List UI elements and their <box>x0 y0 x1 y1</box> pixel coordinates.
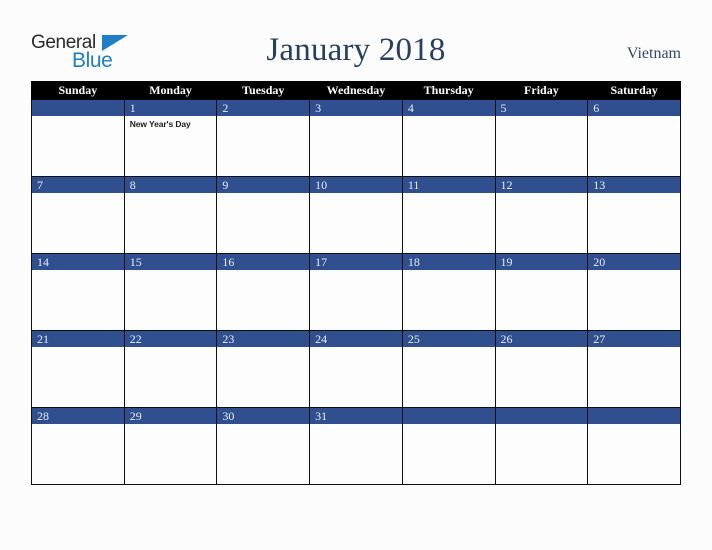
calendar-day-cell[interactable]: 2 <box>216 99 311 177</box>
calendar-day-cell[interactable]: 8 <box>123 176 218 254</box>
day-number <box>495 408 588 424</box>
calendar-day-cell[interactable]: 18 <box>401 253 496 331</box>
calendar-day-cell[interactable]: 30 <box>216 407 311 485</box>
day-number: 30 <box>217 408 310 424</box>
page-header: General Blue January 2018 Vietnam <box>0 0 712 80</box>
day-number: 23 <box>217 331 310 347</box>
weekday-header-saturday: Saturday <box>587 81 681 100</box>
weekday-header-sunday: Sunday <box>31 81 125 100</box>
day-number: 14 <box>32 254 124 270</box>
calendar-day-cell[interactable]: 15 <box>123 253 218 331</box>
day-number: 18 <box>402 254 495 270</box>
day-number: 6 <box>588 100 680 116</box>
calendar-day-cell[interactable]: 29 <box>123 407 218 485</box>
region-label: Vietnam <box>626 45 681 62</box>
weekday-header-row: Sunday Monday Tuesday Wednesday Thursday… <box>31 81 681 100</box>
day-number: 7 <box>32 177 124 193</box>
day-number: 17 <box>310 254 402 270</box>
calendar-week-row: 14 15 16 17 18 19 20 <box>31 253 681 331</box>
day-number: 31 <box>310 408 402 424</box>
calendar-week-row: 1 New Year's Day 2 3 4 5 6 <box>31 99 681 177</box>
day-number: 3 <box>310 100 402 116</box>
day-number: 2 <box>217 100 310 116</box>
weekday-header-tuesday: Tuesday <box>216 81 311 100</box>
calendar-week-row: 21 22 23 24 25 26 27 <box>31 330 681 408</box>
calendar-body: 1 New Year's Day 2 3 4 5 6 7 8 9 10 11 12 13 14 15 16 17 1… <box>31 99 681 485</box>
calendar-grid: Sunday Monday Tuesday Wednesday Thursday… <box>31 81 681 485</box>
calendar-day-cell[interactable]: 17 <box>309 253 403 331</box>
calendar-day-cell[interactable]: 16 <box>216 253 311 331</box>
day-number: 27 <box>588 331 680 347</box>
calendar-day-cell[interactable]: 22 <box>123 330 218 408</box>
calendar-day-cell[interactable]: 13 <box>587 176 681 254</box>
calendar-day-cell[interactable]: 24 <box>309 330 403 408</box>
day-number <box>402 408 495 424</box>
day-number: 19 <box>495 254 588 270</box>
day-number <box>32 100 124 116</box>
calendar-day-cell[interactable]: 5 <box>494 99 589 177</box>
weekday-header-thursday: Thursday <box>401 81 496 100</box>
calendar-empty-cell <box>587 407 681 485</box>
day-number <box>588 408 680 424</box>
day-number: 11 <box>402 177 495 193</box>
day-number: 29 <box>124 408 217 424</box>
calendar-day-cell[interactable]: 3 <box>309 99 403 177</box>
day-number: 20 <box>588 254 680 270</box>
calendar-day-cell[interactable]: 12 <box>494 176 589 254</box>
day-number: 25 <box>402 331 495 347</box>
calendar-day-cell[interactable]: 4 <box>401 99 496 177</box>
calendar-week-row: 7 8 9 10 11 12 13 <box>31 176 681 254</box>
day-number: 4 <box>402 100 495 116</box>
calendar-page: General Blue January 2018 Vietnam Sunday… <box>0 0 712 550</box>
day-number: 13 <box>588 177 680 193</box>
calendar-day-cell[interactable]: 27 <box>587 330 681 408</box>
day-number: 28 <box>32 408 124 424</box>
day-number: 10 <box>310 177 402 193</box>
calendar-day-cell[interactable]: 25 <box>401 330 496 408</box>
calendar-day-cell[interactable]: 31 <box>309 407 403 485</box>
day-number: 12 <box>495 177 588 193</box>
calendar-day-cell[interactable]: 6 <box>587 99 681 177</box>
day-number: 15 <box>124 254 217 270</box>
calendar-day-cell[interactable]: 28 <box>31 407 125 485</box>
calendar-empty-cell <box>31 99 125 177</box>
weekday-header-friday: Friday <box>494 81 589 100</box>
calendar-empty-cell <box>494 407 589 485</box>
day-number: 9 <box>217 177 310 193</box>
calendar-day-cell[interactable]: 1 New Year's Day <box>123 99 218 177</box>
day-events: New Year's Day <box>125 116 217 130</box>
calendar-day-cell[interactable]: 23 <box>216 330 311 408</box>
calendar-day-cell[interactable]: 7 <box>31 176 125 254</box>
calendar-empty-cell <box>401 407 496 485</box>
calendar-week-row: 28 29 30 31 <box>31 407 681 485</box>
calendar-day-cell[interactable]: 20 <box>587 253 681 331</box>
day-number: 1 <box>124 100 217 116</box>
day-number: 26 <box>495 331 588 347</box>
calendar-day-cell[interactable]: 9 <box>216 176 311 254</box>
day-number: 21 <box>32 331 124 347</box>
calendar-day-cell[interactable]: 14 <box>31 253 125 331</box>
event-label: New Year's Day <box>129 119 191 129</box>
calendar-day-cell[interactable]: 10 <box>309 176 403 254</box>
calendar-day-cell[interactable]: 21 <box>31 330 125 408</box>
day-number: 8 <box>124 177 217 193</box>
weekday-header-monday: Monday <box>123 81 218 100</box>
weekday-header-wednesday: Wednesday <box>309 81 403 100</box>
calendar-day-cell[interactable]: 26 <box>494 330 589 408</box>
page-title: January 2018 <box>266 32 446 68</box>
day-number: 24 <box>310 331 402 347</box>
calendar-day-cell[interactable]: 19 <box>494 253 589 331</box>
day-number: 5 <box>495 100 588 116</box>
day-number: 16 <box>217 254 310 270</box>
calendar-day-cell[interactable]: 11 <box>401 176 496 254</box>
day-number: 22 <box>124 331 217 347</box>
